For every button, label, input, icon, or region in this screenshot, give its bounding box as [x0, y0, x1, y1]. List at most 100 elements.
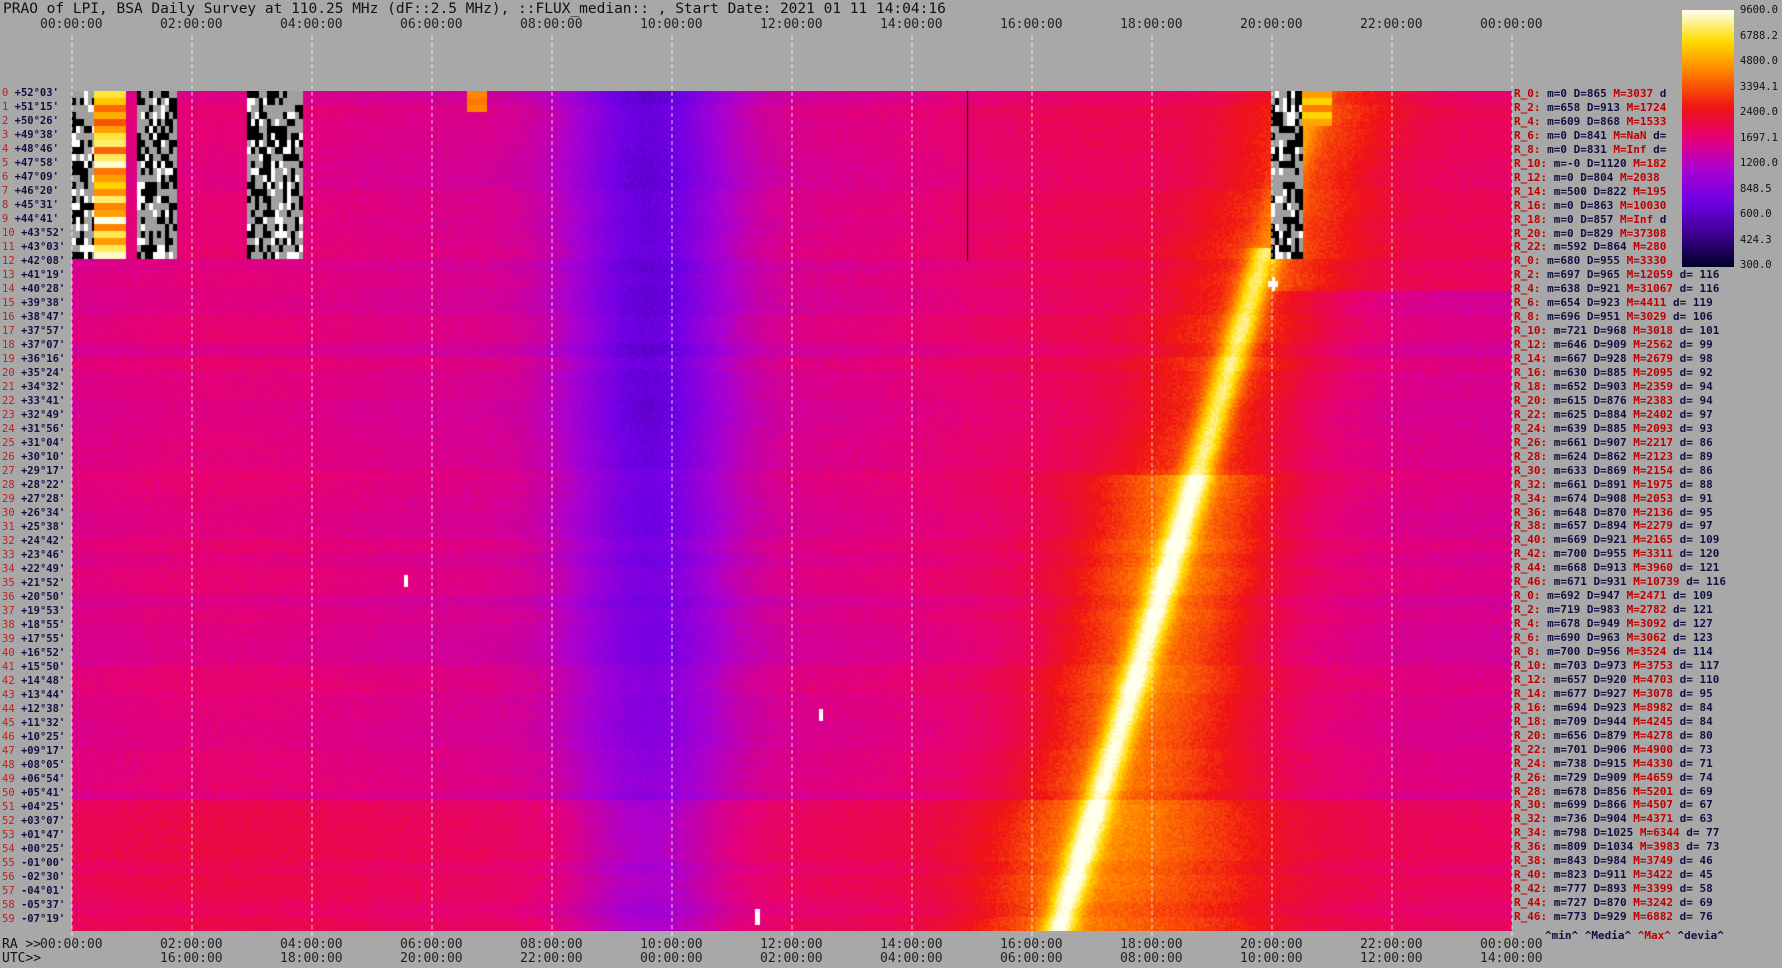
stats-min: m=692 — [1547, 589, 1581, 603]
stats-dev: d= 63 — [1679, 812, 1713, 826]
declination-row: 46 +10°25' — [2, 731, 66, 743]
stats-r-label: R_8: — [1514, 310, 1541, 324]
declination-label: -04°01' — [14, 885, 66, 897]
top-tick-label: 20:00:00 — [1240, 17, 1303, 32]
colorbar-tick-label: 424.3 — [1740, 233, 1772, 246]
stats-r-label: R_4: — [1514, 617, 1541, 631]
declination-label: +42°08' — [14, 255, 66, 267]
stats-median: D=864 — [1593, 240, 1627, 254]
declination-row: 19 +36°16' — [2, 354, 65, 365]
stats-median: D=915 — [1593, 756, 1627, 770]
declination-index: 29 — [2, 493, 15, 505]
stats-median: D=907 — [1593, 435, 1627, 449]
stats-min: m=697 — [1547, 268, 1581, 282]
declination-row: 21 +34°32' — [2, 382, 65, 393]
declination-label: +10°25' — [14, 731, 66, 743]
stats-median: D=908 — [1593, 491, 1627, 505]
declination-index: 34 — [2, 563, 15, 575]
stats-max: M=2359 — [1633, 379, 1673, 393]
declination-index: 43 — [2, 689, 15, 701]
ra-tick-label: 08:00:00 — [520, 937, 583, 952]
stats-dev: d= 94 — [1679, 393, 1713, 407]
declination-label: +30°10' — [14, 451, 66, 463]
declination-label: +00°25' — [14, 843, 66, 855]
stats-median: D=921 — [1593, 533, 1627, 547]
ra-tick-label: 00:00:00 — [40, 937, 103, 952]
stats-dev: d= 92 — [1679, 366, 1713, 379]
colorbar-tick-label: 6788.2 — [1740, 29, 1778, 42]
stats-r-label: R_4: — [1514, 114, 1541, 128]
stats-r-label: R_28: — [1514, 449, 1548, 463]
stats-r-label: R_18: — [1514, 379, 1548, 393]
stats-max: M=3078 — [1633, 686, 1673, 700]
stats-dev: d= 74 — [1679, 770, 1713, 784]
declination-index: 17 — [2, 325, 15, 337]
stats-max: M=4245 — [1633, 714, 1673, 728]
stats-min: m=654 — [1547, 296, 1581, 310]
utc-tick-label: 14:00:00 — [1480, 951, 1543, 966]
stats-max: M=3018 — [1633, 324, 1673, 338]
stats-r-label: R_22: — [1514, 240, 1548, 254]
stats-dev: d= 121 — [1673, 603, 1713, 617]
declination-row: 25 +31°04' — [2, 438, 65, 449]
stats-r-label: R_10: — [1514, 156, 1548, 170]
stats-min: m=777 — [1553, 882, 1587, 896]
stats-r-label: R_22: — [1514, 742, 1548, 756]
stats-median: D=903 — [1593, 379, 1627, 393]
colorbar-tick-label: 3394.1 — [1740, 80, 1778, 93]
stats-median: D=911 — [1593, 868, 1627, 882]
stats-row: R_26: m=661 D=907 M=2217 d= 86 — [1514, 435, 1713, 449]
stats-r-label: R_0: — [1514, 254, 1541, 268]
stats-dev: d= 71 — [1679, 756, 1713, 770]
stats-row: R_22: m=592 D=864 M=280 — [1514, 241, 1673, 253]
stats-max: M=2782 — [1626, 603, 1667, 617]
declination-row: 10 +43°52' — [2, 228, 65, 239]
stats-max: M=3092 — [1626, 617, 1667, 631]
declination-index: 37 — [2, 605, 15, 617]
declination-label: +19°53' — [14, 605, 66, 617]
declination-label: +33°41' — [14, 395, 66, 407]
stats-median: D=927 — [1593, 686, 1627, 700]
stats-dev: d= — [1653, 142, 1667, 156]
declination-label: +05°41' — [14, 787, 66, 799]
declination-index: 40 — [2, 647, 15, 659]
stats-row: R_26: m=729 D=909 M=4659 d= 74 — [1514, 770, 1713, 784]
top-tick-label: 16:00:00 — [1000, 17, 1063, 32]
stats-median: D=913 — [1586, 100, 1620, 114]
stats-min: m=809 — [1553, 840, 1587, 854]
stats-max: M=4703 — [1633, 672, 1673, 686]
stats-dev: d= 76 — [1679, 910, 1713, 924]
stats-row: R_30: m=633 D=869 M=2154 d= 86 — [1514, 463, 1713, 477]
stats-min: m=677 — [1553, 686, 1587, 700]
stats-dev: d= 86 — [1679, 463, 1713, 477]
stats-median: D=879 — [1593, 728, 1627, 742]
stats-min: m=615 — [1553, 393, 1587, 407]
stats-min: m=624 — [1553, 449, 1587, 463]
stats-row: R_14: m=677 D=927 M=3078 d= 95 — [1514, 686, 1713, 700]
declination-row: 54 +00°25' — [2, 843, 66, 855]
declination-index: 44 — [2, 703, 15, 715]
declination-row: 16 +38°47' — [2, 312, 65, 323]
stats-dev: d= 46 — [1679, 854, 1713, 868]
stats-r-label: R_20: — [1514, 728, 1548, 742]
stats-median: D=928 — [1593, 352, 1627, 366]
stats-row: R_34: m=674 D=908 M=2053 d= 91 — [1514, 491, 1713, 505]
utc-tick-label: 18:00:00 — [280, 951, 343, 966]
stats-min: m=-0 — [1553, 156, 1581, 170]
stats-row: R_16: m=0 D=863 M=10030 — [1514, 199, 1673, 212]
stats-row: R_6: m=654 D=923 M=4411 d= 119 — [1514, 297, 1713, 309]
stats-row: R_8: m=0 D=831 M=Inf d= — [1514, 142, 1667, 156]
stats-dev: d= 119 — [1673, 296, 1713, 310]
stats-dev: d= 117 — [1679, 658, 1720, 672]
stats-r-label: R_34: — [1514, 491, 1548, 505]
stats-dev: d= 95 — [1679, 686, 1713, 700]
stats-median: D=955 — [1593, 547, 1627, 561]
stats-dev: d= 84 — [1679, 714, 1713, 728]
declination-label: +20°50' — [14, 591, 66, 603]
stats-row: R_18: m=709 D=944 M=4245 d= 84 — [1514, 714, 1713, 728]
declination-row: 3 +49°38' — [2, 130, 59, 141]
declination-index: 23 — [2, 409, 15, 421]
utc-tick-label: 02:00:00 — [760, 951, 823, 966]
stats-median: D=862 — [1593, 449, 1627, 463]
stats-row: R_32: m=736 D=904 M=4371 d= 63 — [1514, 813, 1713, 825]
